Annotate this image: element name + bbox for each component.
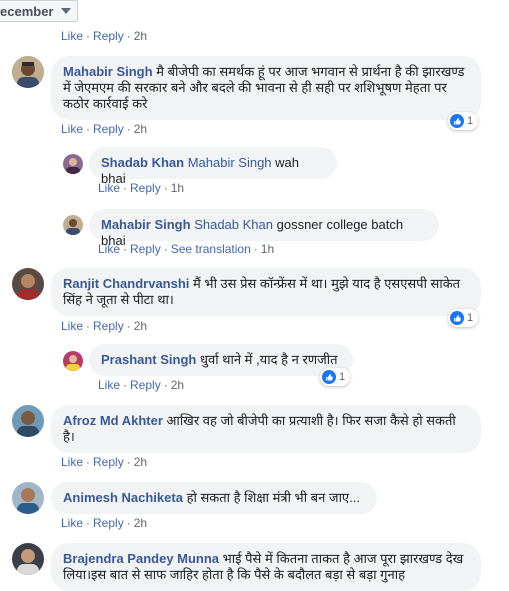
comment-author[interactable]: Prashant Singh: [101, 352, 196, 367]
like-reaction-icon: [450, 114, 464, 128]
comment-bubble: Brajendra Pandey Munna भाई पैसे में कितन…: [51, 543, 481, 591]
mention-link[interactable]: Shadab Khan: [194, 217, 273, 232]
avatar[interactable]: [63, 154, 83, 174]
chevron-down-icon: [61, 8, 72, 14]
reply-link[interactable]: Reply: [93, 516, 124, 530]
reply-link[interactable]: Reply: [93, 455, 124, 469]
timestamp[interactable]: 2h: [134, 122, 147, 136]
comment-actions: Like · Reply · 2h: [61, 319, 148, 333]
comment-actions: Like · Reply · 2h: [61, 455, 148, 469]
like-link[interactable]: Like: [61, 29, 83, 43]
reply-link[interactable]: Reply: [130, 181, 161, 195]
timestamp[interactable]: 2h: [134, 455, 147, 469]
comment-text: धुर्वा थाने में ,याद है न रणजीत: [199, 352, 338, 367]
like-link[interactable]: Like: [98, 378, 120, 392]
avatar[interactable]: [12, 482, 44, 514]
like-link[interactable]: Like: [98, 242, 120, 256]
avatar[interactable]: [12, 56, 44, 88]
like-link[interactable]: Like: [98, 181, 120, 195]
comment-author[interactable]: Afroz Md Akhter: [63, 413, 163, 428]
see-translation-link[interactable]: See translation: [171, 242, 251, 256]
timestamp[interactable]: 2h: [134, 29, 147, 43]
comment-author[interactable]: Mahabir Singh: [101, 217, 191, 232]
comment-author[interactable]: Brajendra Pandey Munna: [63, 551, 219, 566]
comment-actions: Like · Reply · 2h: [61, 516, 148, 530]
like-link[interactable]: Like: [61, 122, 83, 136]
comment-bubble: Ranjit Chandrvanshi मैं भी उस प्रेस कॉन्…: [51, 268, 481, 316]
comment-bubble: Afroz Md Akhter आखिर वह जो बीजेपी का प्र…: [51, 405, 481, 453]
timestamp[interactable]: 2h: [171, 378, 184, 392]
like-link[interactable]: Like: [61, 319, 83, 333]
comment-bubble: Animesh Nachiketa हो सकता है शिक्षा मंत्…: [51, 482, 377, 514]
reply-bubble: Shadab Khan Mahabir Singh wah bhai: [89, 147, 337, 186]
avatar[interactable]: [12, 405, 44, 437]
reply-link[interactable]: Reply: [93, 29, 124, 43]
comment-author[interactable]: Mahabir Singh: [63, 64, 153, 79]
avatar[interactable]: [12, 268, 44, 300]
reply-bubble: Prashant Singh धुर्वा थाने में ,याद है न…: [89, 344, 353, 376]
like-reaction-icon: [450, 311, 464, 325]
reply-link[interactable]: Reply: [130, 242, 161, 256]
timestamp[interactable]: 2h: [134, 319, 147, 333]
comment-filter-dropdown[interactable]: ecember: [0, 0, 79, 22]
mention-link[interactable]: Mahabir Singh: [188, 155, 272, 170]
comment-filter[interactable]: ecember: [0, 0, 79, 22]
comment-actions: Like · Reply · 2h: [98, 378, 185, 392]
avatar[interactable]: [63, 215, 83, 235]
like-reaction-icon: [322, 370, 336, 384]
reply-link[interactable]: Reply: [93, 122, 124, 136]
reaction-count[interactable]: 1: [320, 368, 351, 386]
avatar[interactable]: [12, 543, 44, 575]
comment-actions: Like · Reply · 2h: [61, 122, 148, 136]
timestamp[interactable]: 2h: [134, 516, 147, 530]
comment-actions: Like · Reply · See translation · 1h: [98, 242, 275, 256]
timestamp[interactable]: 1h: [171, 181, 184, 195]
reply-bubble: Mahabir Singh Shadab Khan gossner colleg…: [89, 209, 439, 248]
avatar[interactable]: [63, 351, 83, 371]
comment-author[interactable]: Shadab Khan: [101, 155, 184, 170]
reply-link[interactable]: Reply: [93, 319, 124, 333]
comment-actions: Like · Reply · 1h: [98, 181, 185, 195]
reply-link[interactable]: Reply: [130, 378, 161, 392]
like-link[interactable]: Like: [61, 516, 83, 530]
previous-comment-actions: Like · Reply · 2h: [61, 29, 148, 43]
comment-bubble: Mahabir Singh मै बीजेपी का समर्थक हूं पर…: [51, 56, 481, 120]
comment-author[interactable]: Ranjit Chandrvanshi: [63, 276, 189, 291]
like-link[interactable]: Like: [61, 455, 83, 469]
comment-text: हो सकता है शिक्षा मंत्री भी बन जाए...: [186, 490, 360, 505]
reaction-count[interactable]: 1: [448, 309, 479, 327]
timestamp[interactable]: 1h: [261, 242, 274, 256]
reaction-count[interactable]: 1: [448, 112, 479, 130]
comment-author[interactable]: Animesh Nachiketa: [63, 490, 183, 505]
comment-filter-label: ecember: [0, 3, 54, 19]
